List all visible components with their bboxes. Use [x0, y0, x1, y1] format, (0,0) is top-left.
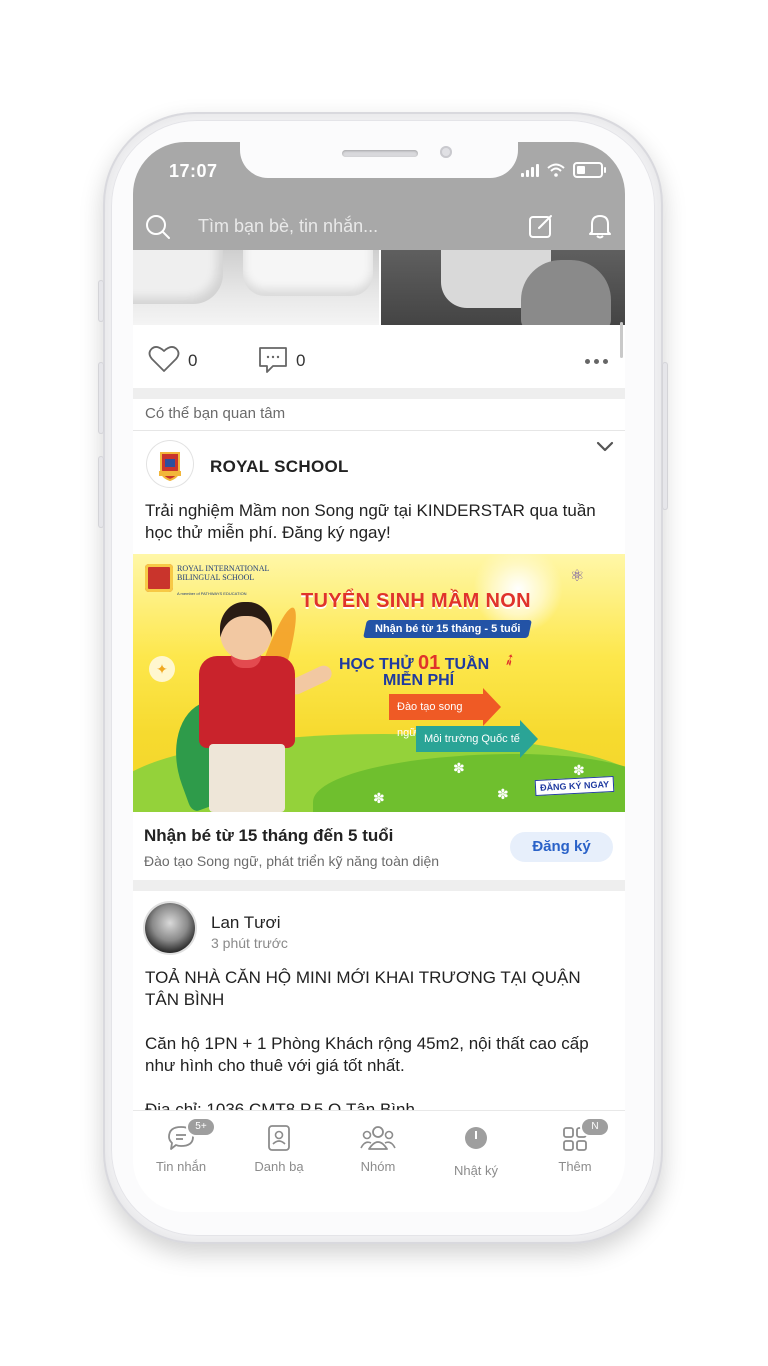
rocket-icon: ➶	[499, 649, 521, 672]
search-input[interactable]: Tìm bạn bè, tin nhắn...	[198, 216, 378, 237]
register-button[interactable]: Đăng ký	[510, 832, 613, 862]
banner-subhead: Nhận bé từ 15 tháng - 5 tuổi	[375, 623, 521, 635]
tab-label: Thêm	[558, 1159, 592, 1174]
like-count: 0	[188, 351, 198, 370]
ad-cta-row: Nhận bé từ 15 tháng đến 5 tuổi Đào tạo S…	[133, 812, 625, 880]
post-body[interactable]: TOẢ NHÀ CĂN HỘ MINI MỚI KHAI TRƯƠNG TẠI …	[145, 967, 615, 1110]
volume-up-button	[98, 362, 104, 434]
ad-banner[interactable]: ROYAL INTERNATIONAL BILINGUAL SCHOOL A m…	[133, 554, 625, 812]
search-icon[interactable]	[145, 214, 171, 240]
post-photo-1[interactable]	[133, 250, 379, 325]
tab-contacts[interactable]: Danh bạ	[234, 1123, 324, 1174]
post-author[interactable]: Lan Tươi	[211, 913, 280, 933]
tab-label: Danh bạ	[254, 1159, 304, 1174]
banner-subhead-pill: Nhận bé từ 15 tháng - 5 tuổi	[363, 620, 533, 638]
flower-icon: ✽	[453, 760, 465, 776]
ad-header: ROYAL SCHOOL	[133, 431, 625, 501]
banner-arrow-international: Môi trường Quốc tế	[416, 720, 538, 758]
tab-label: Tin nhắn	[155, 1159, 207, 1174]
atom-icon: ⚛	[570, 568, 585, 585]
tab-label: Nhật ký	[453, 1163, 499, 1178]
flower-icon: ✽	[573, 762, 585, 778]
group-icon	[360, 1126, 396, 1150]
mute-switch	[98, 280, 104, 322]
like-icon[interactable]	[148, 345, 180, 373]
tab-timeline[interactable]: Nhật ký	[431, 1123, 521, 1178]
more-options-icon[interactable]	[585, 359, 608, 364]
royal-school-logo[interactable]	[147, 441, 193, 487]
signal-icon	[521, 163, 539, 177]
status-time: 17:07	[169, 161, 218, 181]
wifi-icon	[547, 163, 565, 177]
section-divider	[133, 388, 625, 399]
advertiser-name[interactable]: ROYAL SCHOOL	[210, 457, 349, 477]
screen: 17:07 Tìm bạn bè, tin nhắn... 0 0 Có thể…	[133, 142, 625, 1212]
post-photos[interactable]	[133, 250, 625, 325]
lightbulb-icon: ✦	[149, 656, 175, 682]
front-camera	[440, 146, 452, 158]
flower-icon: ✽	[497, 786, 509, 802]
speaker	[342, 150, 418, 157]
ad-text: Trải nghiệm Mầm non Song ngữ tại KINDERS…	[145, 501, 596, 542]
post-timestamp: 3 phút trước	[211, 935, 288, 951]
child-illustration	[195, 602, 335, 812]
volume-down-button	[98, 456, 104, 528]
more-badge: N	[582, 1119, 608, 1135]
tab-groups[interactable]: Nhóm	[333, 1123, 423, 1174]
chevron-down-icon[interactable]	[596, 441, 614, 453]
messages-badge: 5+	[188, 1119, 214, 1135]
status-icons	[521, 162, 606, 178]
tab-messages[interactable]: 5+ Tin nhắn	[136, 1119, 226, 1174]
battery-icon	[573, 162, 606, 178]
banner-arrow-bilingual: Đào tạo song ngữ	[389, 688, 501, 739]
ad-cta-description: Đào tạo Song ngữ, phát triển kỹ năng toà…	[144, 853, 440, 869]
banner-promo-line2: MIỄN PHÍ	[383, 672, 455, 689]
banner-school-sub: A member of PATHWAYS EDUCATION	[177, 591, 247, 596]
search-bar[interactable]: Tìm bạn bè, tin nhắn...	[133, 204, 625, 248]
ad-cta-title: Nhận bé từ 15 tháng đến 5 tuổi	[144, 826, 394, 845]
school-crest-icon	[145, 564, 173, 592]
avatar[interactable]	[145, 903, 195, 953]
comment-count: 0	[296, 351, 306, 370]
contacts-icon	[268, 1125, 290, 1151]
section-divider	[133, 880, 625, 891]
banner-headline: TUYỂN SINH MẦM NON	[301, 590, 531, 612]
post-photo-2[interactable]	[381, 250, 625, 325]
bell-icon[interactable]	[587, 212, 613, 240]
comment-icon[interactable]	[258, 345, 288, 375]
clock-icon	[465, 1127, 487, 1149]
flower-icon: ✽	[373, 790, 385, 806]
notch	[240, 142, 518, 178]
compose-icon[interactable]	[527, 212, 555, 240]
tab-more[interactable]: N Thêm	[530, 1119, 620, 1174]
bottom-tab-bar: 5+ Tin nhắn Danh bạ Nhóm Nhật ký N Thêm	[133, 1110, 625, 1212]
feed[interactable]: 0 0 Có thể bạn quan tâm ROYAL SCHOOL Trả…	[133, 250, 625, 1110]
banner-school-name: ROYAL INTERNATIONAL BILINGUAL SCHOOL	[177, 564, 270, 582]
suggestion-label: Có thể bạn quan tâm	[145, 405, 286, 422]
tab-label: Nhóm	[360, 1159, 396, 1174]
power-button	[662, 362, 668, 510]
post-actions: 0 0	[133, 325, 625, 387]
